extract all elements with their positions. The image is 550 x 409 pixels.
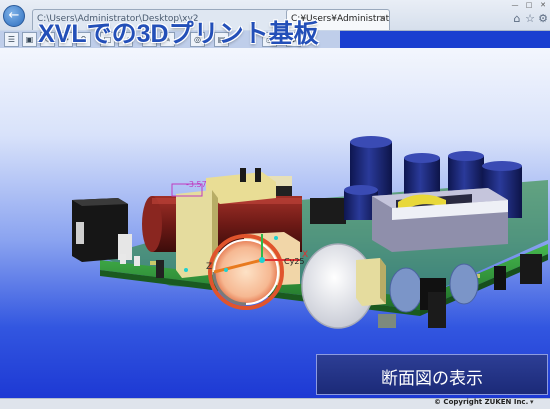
close-window-icon[interactable]: ✕ — [536, 1, 550, 10]
dimension-label: -3.57 — [186, 180, 207, 189]
copyright-text: © Copyright ZUKEN Inc. — [434, 398, 529, 406]
transformer — [372, 188, 508, 252]
maximize-icon[interactable]: □ — [522, 1, 536, 10]
favorites-star-icon[interactable]: ☆ — [523, 12, 537, 26]
slide-title: XVLでの3Dプリント基板 — [38, 20, 319, 48]
terminal-block-2 — [356, 258, 386, 306]
home-icon[interactable]: ⌂ — [510, 12, 524, 26]
back-arrow-icon: ← — [8, 8, 20, 23]
axis-z-label: Z — [206, 262, 212, 272]
open-icon[interactable]: ☰ — [4, 32, 19, 47]
tab-close-icon[interactable]: × — [378, 10, 386, 29]
caption-text: 断面図の表示 — [381, 369, 483, 388]
settings-gear-icon[interactable]: ⚙ — [536, 12, 550, 26]
3d-viewport[interactable]: -3.57 Cy25 X Z — [0, 48, 550, 398]
back-button[interactable]: ← — [3, 5, 25, 27]
connector-block — [72, 198, 132, 262]
axis-x-label: X — [302, 250, 308, 260]
minimize-icon[interactable]: — — [508, 1, 522, 10]
save-icon[interactable]: ▣ — [22, 32, 37, 47]
pcb-model: -3.57 Cy25 X Z — [72, 136, 548, 329]
zoom-dropdown-icon[interactable]: ▾ — [530, 398, 534, 406]
caption-box: 断面図の表示 — [316, 354, 548, 395]
status-bar: © Copyright ZUKEN Inc. ▾ — [0, 398, 550, 409]
